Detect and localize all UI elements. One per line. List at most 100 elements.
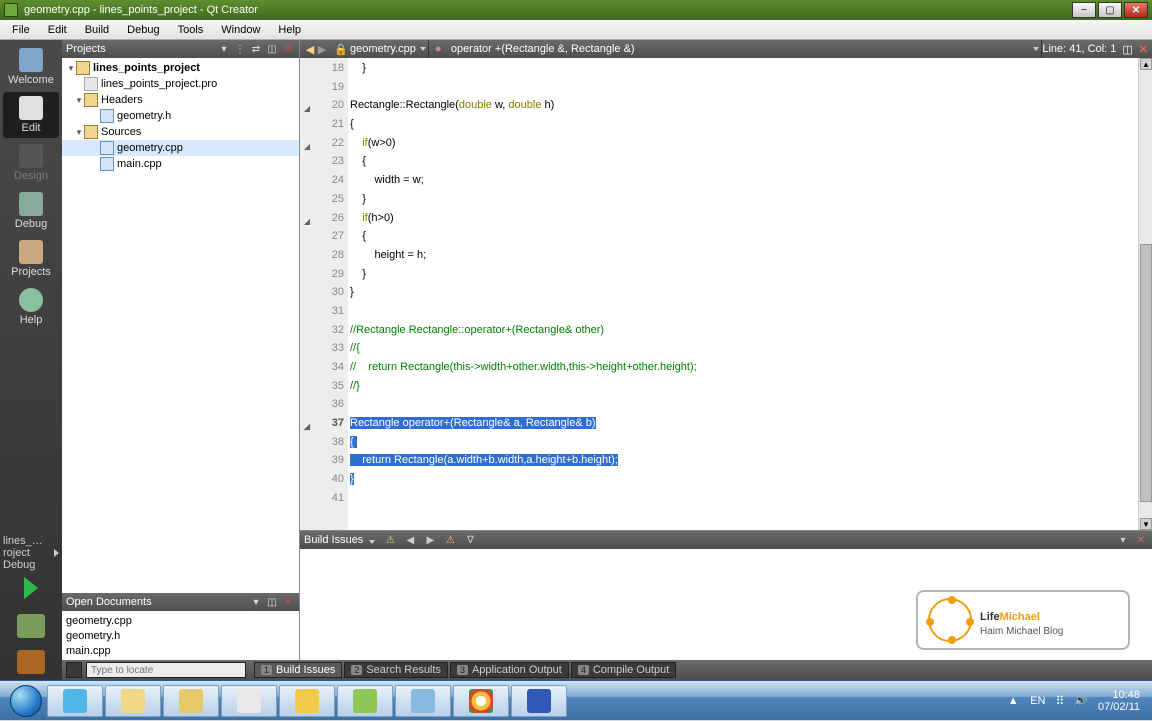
minimize-button[interactable]: − xyxy=(1072,2,1096,18)
menu-bar: File Edit Build Debug Tools Window Help xyxy=(0,20,1152,40)
cursor-position: Line: 41, Col: 1 xyxy=(1042,43,1116,55)
open-docs-title: Open Documents xyxy=(66,596,152,608)
mode-edit[interactable]: Edit xyxy=(3,92,59,138)
function-icon: ● xyxy=(435,43,447,55)
nav-next-issue-icon[interactable]: ▶ xyxy=(423,533,437,547)
title-bar: geometry.cpp - lines_points_project - Qt… xyxy=(0,0,1152,20)
line-gutter: 181920◢2122◢23242526◢2728293031323334353… xyxy=(300,58,348,530)
vertical-scrollbar[interactable]: ▲ ▼ xyxy=(1138,58,1152,530)
nav-forward-icon[interactable]: ▶ xyxy=(316,43,328,56)
open-docs-chevron-down-icon[interactable]: ▾ xyxy=(249,595,263,609)
scroll-down-icon[interactable]: ▼ xyxy=(1140,518,1152,530)
taskbar-app-2[interactable] xyxy=(511,685,567,717)
tray-lang[interactable]: EN xyxy=(1030,695,1045,707)
open-docs-close-icon[interactable]: ✕ xyxy=(281,595,295,609)
orbit-icon xyxy=(928,598,972,642)
code-content[interactable]: } Rectangle::Rectangle(double w, double … xyxy=(348,58,1152,530)
menu-window[interactable]: Window xyxy=(213,22,268,38)
open-docs-list: geometry.cpp geometry.h main.cpp xyxy=(62,611,299,660)
tree-pro-file[interactable]: lines_points_project.pro xyxy=(62,76,299,92)
taskbar-explorer-2[interactable] xyxy=(163,685,219,717)
target-selector[interactable]: lines_…roject Debug xyxy=(3,538,59,568)
taskbar-app-1[interactable] xyxy=(279,685,335,717)
taskbar-skype[interactable] xyxy=(47,685,103,717)
filter-icon[interactable]: ∇ xyxy=(463,533,477,547)
build-issues-selector[interactable]: Build Issues xyxy=(304,534,375,546)
project-tree[interactable]: ▾lines_points_project lines_points_proje… xyxy=(62,58,299,593)
projects-chevron-down-icon[interactable]: ▾ xyxy=(217,42,231,56)
tray-volume-icon[interactable]: 🔊 xyxy=(1074,694,1088,707)
window-title: geometry.cpp - lines_points_project - Qt… xyxy=(24,4,258,16)
code-editor[interactable]: 181920◢2122◢23242526◢2728293031323334353… xyxy=(300,58,1152,530)
nav-back-icon[interactable]: ◀ xyxy=(304,43,316,56)
windows-taskbar: ▲ EN ⠿ 🔊 10:48 07/02/11 xyxy=(0,680,1152,720)
menu-help[interactable]: Help xyxy=(270,22,309,38)
tab-build-issues[interactable]: 1Build Issues xyxy=(254,662,342,678)
tab-application-output[interactable]: 3Application Output xyxy=(450,662,569,678)
mode-projects[interactable]: Projects xyxy=(3,236,59,282)
start-button[interactable] xyxy=(6,681,46,721)
open-doc-item[interactable]: geometry.h xyxy=(66,628,295,643)
editor-toolbar: ◀ ▶ 🔒 geometry.cpp ● operator +(Rectangl… xyxy=(300,40,1152,58)
build-issues-panel: Build Issues ⚠ ◀ ▶ ⚠ ∇ ▾ ✕ xyxy=(300,530,1152,660)
open-docs-header: Open Documents ▾ ◫ ✕ xyxy=(62,593,299,611)
close-button[interactable]: ✕ xyxy=(1124,2,1148,18)
taskbar-explorer[interactable] xyxy=(105,685,161,717)
editor-split-icon[interactable]: ◫ xyxy=(1122,43,1132,56)
locator-input[interactable] xyxy=(86,662,246,678)
warning-icon[interactable]: ⚠ xyxy=(443,533,457,547)
tree-root[interactable]: ▾lines_points_project xyxy=(62,60,299,76)
run-debug-button[interactable] xyxy=(17,614,45,638)
chevron-right-icon xyxy=(54,549,59,557)
mode-help[interactable]: Help xyxy=(3,284,59,330)
tree-geometry-cpp[interactable]: geometry.cpp xyxy=(62,140,299,156)
menu-debug[interactable]: Debug xyxy=(119,22,167,38)
tray-clock[interactable]: 10:48 07/02/11 xyxy=(1098,689,1140,713)
projects-filter-icon[interactable]: ⋮ xyxy=(233,42,247,56)
tray-network-icon[interactable]: ⠿ xyxy=(1055,694,1064,708)
projects-sync-icon[interactable]: ⇄ xyxy=(249,42,263,56)
tab-search-results[interactable]: 2Search Results xyxy=(344,662,448,678)
menu-file[interactable]: File xyxy=(4,22,38,38)
taskbar-chrome[interactable] xyxy=(453,685,509,717)
lock-icon: 🔒 xyxy=(334,43,346,56)
taskbar-qtcreator[interactable] xyxy=(337,685,393,717)
projects-title: Projects xyxy=(66,43,106,55)
app-icon xyxy=(4,3,18,17)
projects-close-icon[interactable]: ✕ xyxy=(281,42,295,56)
tray-expand-icon[interactable]: ▲ xyxy=(1006,695,1020,707)
editor-close-icon[interactable]: ✕ xyxy=(1139,43,1148,56)
file-selector[interactable]: 🔒 geometry.cpp xyxy=(328,40,429,58)
open-doc-item[interactable]: geometry.cpp xyxy=(66,613,295,628)
menu-build[interactable]: Build xyxy=(77,22,117,38)
mode-design[interactable]: Design xyxy=(3,140,59,186)
menu-edit[interactable]: Edit xyxy=(40,22,75,38)
mode-debug[interactable]: Debug xyxy=(3,188,59,234)
run-button[interactable] xyxy=(17,574,45,602)
tree-main-cpp[interactable]: main.cpp xyxy=(62,156,299,172)
panel-close-icon[interactable]: ✕ xyxy=(1134,533,1148,547)
mode-bar: Welcome Edit Design Debug Projects Help … xyxy=(0,40,62,680)
maximize-button[interactable]: ▢ xyxy=(1098,2,1122,18)
watermark-logo: LifeMichael Haim Michael Blog xyxy=(916,590,1130,650)
projects-header: Projects ▾ ⋮ ⇄ ◫ ✕ xyxy=(62,40,299,58)
scroll-thumb[interactable] xyxy=(1140,244,1152,502)
tree-geometry-h[interactable]: geometry.h xyxy=(62,108,299,124)
mode-welcome[interactable]: Welcome xyxy=(3,44,59,90)
tree-sources-folder[interactable]: ▾Sources xyxy=(62,124,299,140)
nav-prev-issue-icon[interactable]: ◀ xyxy=(403,533,417,547)
scroll-up-icon[interactable]: ▲ xyxy=(1140,58,1152,70)
output-toggle-icon[interactable] xyxy=(66,662,82,678)
menu-tools[interactable]: Tools xyxy=(170,22,212,38)
panel-minimize-icon[interactable]: ▾ xyxy=(1116,533,1130,547)
build-button[interactable] xyxy=(17,650,45,674)
projects-split-icon[interactable]: ◫ xyxy=(265,42,279,56)
tab-compile-output[interactable]: 4Compile Output xyxy=(571,662,676,678)
open-docs-split-icon[interactable]: ◫ xyxy=(265,595,279,609)
taskbar-notepad[interactable] xyxy=(221,685,277,717)
taskbar-paint[interactable] xyxy=(395,685,451,717)
open-doc-item[interactable]: main.cpp xyxy=(66,643,295,658)
symbol-selector[interactable]: ● operator +(Rectangle &, Rectangle &) xyxy=(429,40,1043,58)
tree-headers-folder[interactable]: ▾Headers xyxy=(62,92,299,108)
warning-filter-icon[interactable]: ⚠ xyxy=(383,533,397,547)
